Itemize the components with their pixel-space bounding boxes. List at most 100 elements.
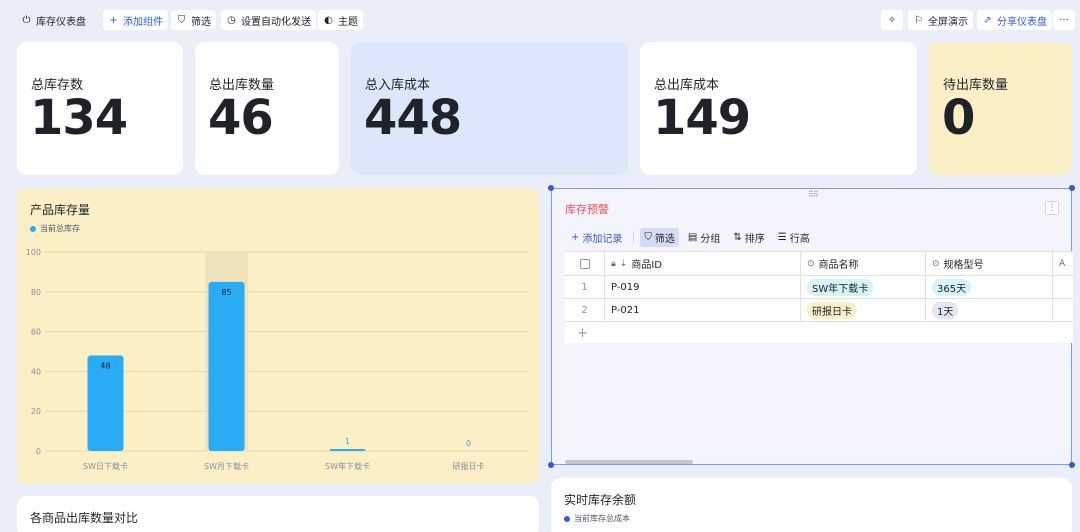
resize-handle-bottom-right[interactable] [1069,462,1075,468]
more-icon: ··· [1059,14,1069,26]
row-height-label: 行高 [789,233,810,245]
share-button[interactable]: ⇗ 分享仪表盘 [977,10,1052,30]
stat-value: 0 [942,90,975,146]
group-button[interactable]: ▤ 分组 [684,228,724,247]
single-select-icon: ⊙ [807,258,815,269]
sort-label: 排序 [744,233,765,245]
drag-handle-icon[interactable]: ⠿⠿ [808,190,819,199]
dashboard-name-label: 库存仪表盘 [36,16,86,28]
outbound-comparison-card[interactable]: 各商品出库数量对比 [17,496,539,532]
filter-icon: ⛉ [644,231,652,243]
cell-spec[interactable]: 1天 [926,299,1053,321]
sort-button[interactable]: ⇅ 排序 [729,228,768,247]
y-tick-label: 60 [31,328,41,337]
resize-handle-top-left[interactable] [548,185,554,191]
fullscreen-label: 全屏演示 [928,16,968,28]
add-record-button[interactable]: + 添加记录 [567,228,626,247]
table-row[interactable]: 1 P-019 SW年下载卡 365天 [565,276,1073,299]
stat-value: 149 [653,90,751,146]
data-label: 48 [100,361,110,370]
single-select-icon: ⊙ [932,258,940,269]
table-row[interactable]: 2 P-021 研报日卡 1天 [565,299,1073,322]
cell-product-name[interactable]: SW年下载卡 [801,276,926,298]
legend-label: 当前库存总成本 [574,514,630,523]
cell-product-name[interactable]: 研报日卡 [801,299,926,321]
inventory-chart-card[interactable]: 产品库存量 当前总库存 0 20 40 60 80 100 48 SW日下载卡 85 SW月下载卡… [17,188,539,484]
cell-product-id[interactable]: P-019 [605,276,801,298]
stat-value: 46 [208,90,274,146]
resize-handle-bottom-left[interactable] [548,462,554,468]
theme-label: 主题 [338,16,358,28]
row-height-icon: ☰ [777,231,787,243]
card-more-button[interactable]: ⋮ [1045,201,1059,215]
y-tick-label: 40 [31,367,41,376]
group-icon: ▤ [687,231,698,243]
lock-icon: 🔒︎ [611,258,616,269]
inventory-warning-card[interactable]: ⠿⠿ 库存预警 ⋮ + 添加记录 ⛉ 筛选 ▤ 分组 ⇅ 排序 ☰ 行高 🔒︎ [551,188,1073,465]
toolbar-divider [633,231,635,243]
x-tick-label: SW月下载卡 [204,461,249,471]
row-index: 1 [565,276,605,298]
data-label: 1 [345,437,350,446]
column-header-product-id[interactable]: 🔒︎ ⇣ 商品ID [605,252,801,275]
data-label: 0 [466,439,471,448]
ai-sparkle-button[interactable]: ✧ [881,10,903,30]
sparkle-icon: ✧ [887,14,897,26]
dashboard-icon: ⏻ [22,14,31,26]
column-header-more[interactable]: A [1053,252,1073,275]
row-index: 2 [565,299,605,321]
stat-card-inbound-cost[interactable]: 总入库成本 448 [351,42,628,175]
card-title: 各商品出库数量对比 [30,511,139,525]
group-label: 分组 [700,233,721,245]
table-filter-label: 筛选 [654,233,675,245]
column-header-label: 规格型号 [943,260,984,271]
column-header-product-name[interactable]: ⊙ 商品名称 [801,252,926,275]
stat-card-total-stock[interactable]: 总库存数 134 [17,42,183,175]
plus-icon: + [109,14,118,26]
cell-overflow[interactable] [1053,276,1073,298]
table-header-row: 🔒︎ ⇣ 商品ID ⊙ 商品名称 ⊙ 规格型号 A [565,252,1073,276]
theme-button[interactable]: ◐ 主题 [318,10,363,30]
resize-handle-top-right[interactable] [1069,185,1075,191]
warning-title: 库存预警 [565,203,609,216]
plus-icon: + [577,325,588,341]
y-tick-label: 80 [31,288,41,297]
column-header-spec[interactable]: ⊙ 规格型号 [926,252,1053,275]
share-icon: ⇗ [983,14,992,26]
fullscreen-button[interactable]: ⚐ 全屏演示 [908,10,973,30]
select-all-checkbox[interactable] [579,258,590,269]
y-tick-label: 0 [36,447,41,456]
cell-spec[interactable]: 365天 [926,276,1053,298]
more-vertical-icon: ⋮ [1047,203,1057,213]
column-header-label: 商品名称 [818,260,859,271]
legend-swatch [564,515,570,522]
option-tag: SW年下载卡 [807,278,874,296]
stat-card-pending-outbound[interactable]: 待出库数量 0 [929,42,1072,175]
palette-icon: ◐ [324,14,333,26]
stat-card-total-outbound[interactable]: 总出库数量 46 [195,42,339,175]
column-header-label: 商品ID [631,260,662,271]
cell-product-id[interactable]: P-021 [605,299,801,321]
sort-icon: ⇅ [733,231,742,243]
stat-value: 134 [30,90,128,146]
share-label: 分享仪表盘 [997,16,1047,28]
dashboard-name-button[interactable]: ⏻ 库存仪表盘 [16,10,91,30]
add-component-button[interactable]: + 添加组件 [103,10,168,30]
stat-card-outbound-cost[interactable]: 总出库成本 149 [640,42,917,175]
warning-table: 🔒︎ ⇣ 商品ID ⊙ 商品名称 ⊙ 规格型号 A 1 P-019 SW年下载卡… [565,251,1073,343]
x-tick-label: SW年下载卡 [325,461,370,471]
select-all-cell[interactable] [565,252,605,275]
auto-send-button[interactable]: ◷ 设置自动化发送 [221,10,316,30]
table-toolbar: + 添加记录 ⛉ 筛选 ▤ 分组 ⇅ 排序 ☰ 行高 [567,227,819,247]
more-button[interactable]: ··· [1053,10,1075,30]
filter-button[interactable]: ⛉ 筛选 [171,10,216,30]
cell-overflow[interactable] [1053,299,1073,321]
table-filter-button[interactable]: ⛉ 筛选 [640,227,679,247]
add-row-button[interactable]: + [565,322,1073,344]
stat-value: 448 [364,90,462,146]
bar-chart: 0 20 40 60 80 100 48 SW日下载卡 85 SW月下载卡 1 SW年下载卡 0 研报日卡 [26,248,529,471]
row-height-button[interactable]: ☰ 行高 [774,228,814,247]
horizontal-scrollbar[interactable] [565,460,693,464]
stock-balance-card[interactable]: 实时库存余额 当前库存总成本 [551,478,1072,532]
add-component-label: 添加组件 [123,16,163,28]
